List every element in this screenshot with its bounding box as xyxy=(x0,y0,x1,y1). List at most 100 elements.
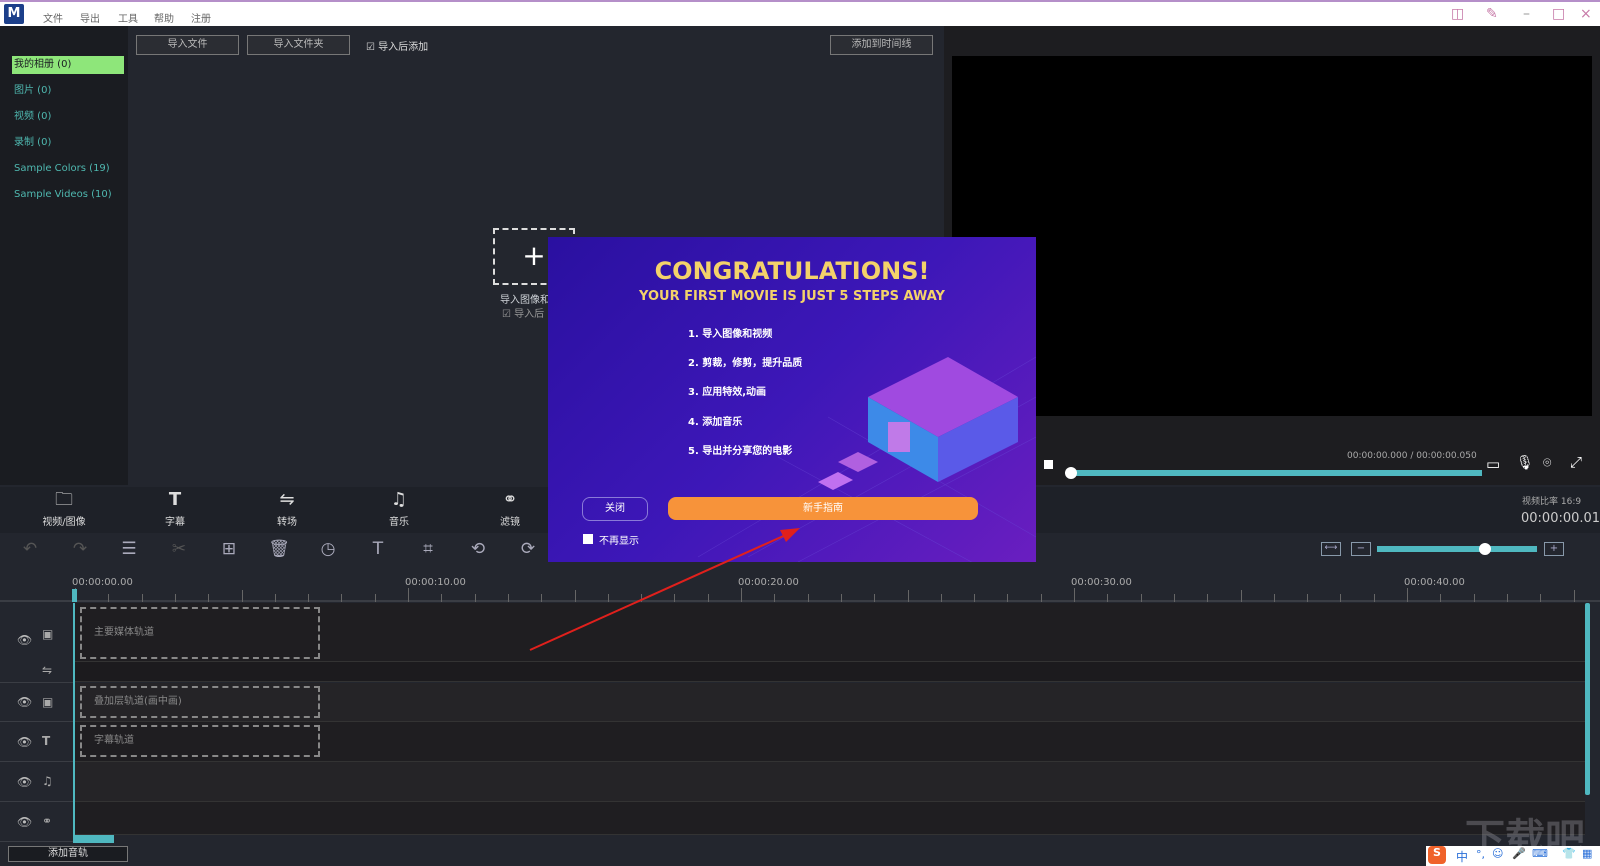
sidebar-item-images[interactable]: 图片 (0) xyxy=(12,82,124,100)
ruler-label: 00:00:10.00 xyxy=(405,577,466,588)
import-placeholder-text: 导入图像和 xyxy=(500,295,550,306)
menu-tools[interactable]: 工具 xyxy=(118,10,138,25)
import-folder-button[interactable]: 导入文件夹 xyxy=(247,35,350,55)
sidebar-item-my-album[interactable]: 我的相册 (0) xyxy=(12,56,124,74)
eye-icon[interactable]: 👁 xyxy=(17,775,32,789)
preview-progress-bar[interactable] xyxy=(1066,470,1482,476)
duration-clock-icon[interactable]: ◷ xyxy=(316,539,340,559)
layout-icon[interactable]: ◫ xyxy=(1451,6,1464,22)
eye-icon[interactable]: 👁 xyxy=(17,695,32,709)
subtitle-track-placeholder: 字幕轨道 xyxy=(80,725,320,757)
ruler-tick xyxy=(741,588,742,602)
vertical-scrollbar[interactable] xyxy=(1585,603,1590,795)
microphone-icon[interactable]: 🎙 xyxy=(1516,455,1534,471)
main-track[interactable]: 主要媒体轨道 xyxy=(75,603,1585,662)
music-icon: ♫ xyxy=(390,489,408,510)
ime-keyboard-icon[interactable]: ⌨ xyxy=(1532,847,1548,860)
subtitle-track[interactable]: 字幕轨道 xyxy=(75,722,1585,762)
overlay-track-header: 👁 ▣ xyxy=(0,683,74,722)
main-track-header: 👁 ▣ ⇋ xyxy=(0,603,74,683)
rotate-left-icon[interactable]: ⟲ xyxy=(466,539,490,559)
horizontal-scrollbar[interactable] xyxy=(73,835,114,843)
menu-file[interactable]: 文件 xyxy=(43,10,63,25)
menu-export[interactable]: 导出 xyxy=(80,10,100,25)
beginner-guide-button[interactable]: 新手指南 xyxy=(668,497,978,520)
cut-icon[interactable]: ✂ xyxy=(167,539,191,559)
zoom-slider-handle[interactable] xyxy=(1479,543,1491,555)
step-item: 1. 导入图像和视频 xyxy=(688,329,773,340)
add-to-timeline-button[interactable]: 添加到时间线 xyxy=(830,35,933,55)
zoom-out-button[interactable]: − xyxy=(1351,542,1371,556)
ruler-tick xyxy=(208,594,210,602)
sidebar-item-videos[interactable]: 视频 (0) xyxy=(12,108,124,126)
ruler-tick xyxy=(374,594,376,602)
menu-help[interactable]: 帮助 xyxy=(154,10,174,25)
close-dialog-button[interactable]: 关闭 xyxy=(582,497,648,521)
tab-filter[interactable]: ⚭ 滤镜 xyxy=(470,487,550,528)
sidebar-item-recordings[interactable]: 录制 (0) xyxy=(12,134,124,152)
zoom-slider[interactable] xyxy=(1377,546,1537,552)
crop-icon[interactable]: ⌗ xyxy=(416,539,440,559)
redo-icon[interactable]: ↷ xyxy=(68,539,92,559)
ruler-tick xyxy=(641,594,643,602)
eye-icon[interactable]: 👁 xyxy=(17,815,32,829)
eye-icon[interactable]: 👁 xyxy=(17,633,32,647)
menu-register[interactable]: 注册 xyxy=(191,10,211,25)
stop-button[interactable] xyxy=(1044,460,1053,469)
ruler-tick xyxy=(774,594,776,602)
sidebar-item-sample-colors[interactable]: Sample Colors (19) xyxy=(12,160,124,178)
add-after-import-checkbox[interactable]: ☑ 导入后添加 xyxy=(366,38,428,53)
sidebar-item-sample-videos[interactable]: Sample Videos (10) xyxy=(12,186,124,204)
feedback-edit-icon[interactable]: ✎ xyxy=(1486,6,1498,22)
close-button[interactable]: × xyxy=(1580,6,1592,22)
delete-icon[interactable]: 🗑 xyxy=(267,539,291,559)
import-file-button[interactable]: 导入文件 xyxy=(136,35,239,55)
add-audio-track-button[interactable]: 添加音轨 xyxy=(8,846,128,862)
ime-punctuation[interactable]: °, xyxy=(1476,848,1485,861)
playhead[interactable] xyxy=(72,589,77,602)
ime-skin-icon[interactable]: 👕 xyxy=(1562,847,1576,860)
text-tool-icon[interactable]: T xyxy=(366,539,390,559)
add-after-import-label: 导入后添加 xyxy=(378,42,429,53)
main-track-placeholder: 主要媒体轨道 xyxy=(80,607,320,659)
adjust-icon[interactable]: ☰ xyxy=(117,539,141,559)
preview-progress-handle[interactable] xyxy=(1065,467,1077,479)
ruler-tick xyxy=(1074,588,1075,602)
camera-icon[interactable]: ⌾ xyxy=(1543,455,1551,471)
dont-show-checkbox[interactable] xyxy=(583,534,593,544)
minimize-button[interactable]: – xyxy=(1523,6,1530,22)
ruler-tick xyxy=(1506,594,1508,602)
ime-voice-icon[interactable]: 🎤 xyxy=(1512,847,1526,860)
tab-transition[interactable]: ⇋ 转场 xyxy=(247,487,327,528)
filter-track[interactable] xyxy=(75,802,1585,835)
rotate-right-icon[interactable]: ⟳ xyxy=(516,539,540,559)
ime-toolbox-icon[interactable]: ▦ xyxy=(1582,847,1592,860)
overlay-track[interactable]: 叠加层轨道(画中画) xyxy=(75,683,1585,722)
eye-icon[interactable]: 👁 xyxy=(17,735,32,749)
fit-timeline-icon[interactable]: ⟷ xyxy=(1321,542,1341,556)
import-placeholder-checkbox[interactable]: ☑ 导入后 xyxy=(502,305,544,320)
zoom-in-button[interactable]: + xyxy=(1544,542,1564,556)
fullscreen-icon[interactable]: ⤢ xyxy=(1570,453,1582,471)
tab-subtitle[interactable]: T 字幕 xyxy=(135,487,215,528)
transition-track[interactable] xyxy=(75,662,1585,682)
timeline-ruler[interactable]: 00:00:00.00 00:00:10.00 00:00:20.00 00:0… xyxy=(0,569,1600,602)
ruler-tick xyxy=(1140,594,1142,602)
split-icon[interactable]: ⊞ xyxy=(217,539,241,559)
undo-icon[interactable]: ↶ xyxy=(18,539,42,559)
ime-toolbar: S 中 °, ☺ 🎤 ⌨ 👕 ▦ xyxy=(1426,846,1600,866)
ruler-tick xyxy=(574,590,576,602)
title-bar: M 文件 导出 工具 帮助 注册 ◫ ✎ – □ × xyxy=(0,0,1600,26)
text-icon: T xyxy=(168,489,182,510)
maximize-button[interactable]: □ xyxy=(1552,6,1565,22)
ruler-tick xyxy=(1540,594,1542,602)
tab-music[interactable]: ♫ 音乐 xyxy=(359,487,439,528)
ime-chinese-mode[interactable]: 中 xyxy=(1456,848,1468,865)
sogou-ime-icon[interactable]: S xyxy=(1428,846,1446,864)
music-track[interactable] xyxy=(75,762,1585,802)
ime-emoji-icon[interactable]: ☺ xyxy=(1492,847,1503,860)
tab-video-image[interactable]: 🗀 视频/图像 xyxy=(24,487,104,528)
ruler-tick xyxy=(707,594,709,602)
preview-time: 00:00:00.000 / 00:00:00.050 xyxy=(1347,451,1477,461)
record-screen-icon[interactable]: ▭ xyxy=(1486,455,1500,473)
